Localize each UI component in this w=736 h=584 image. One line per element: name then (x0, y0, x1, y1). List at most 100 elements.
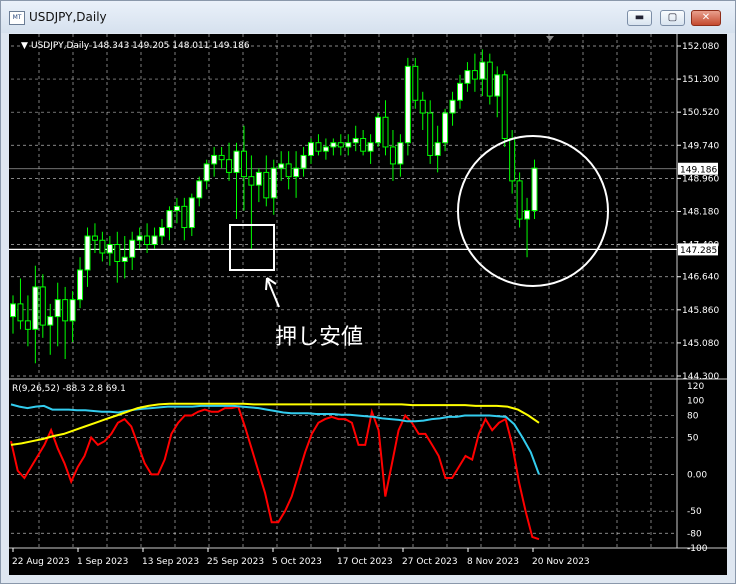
candle-body (159, 227, 165, 237)
price-label: 145.080 (682, 339, 719, 349)
candle-body (106, 244, 113, 254)
candle-body (188, 197, 195, 229)
candle-body (144, 235, 151, 246)
indicator-line-red (10, 405, 540, 541)
candle-body (203, 163, 210, 182)
candle-body (345, 142, 352, 148)
price-label: 148.960 (682, 174, 719, 184)
candle-body (91, 235, 98, 241)
window-title: USDJPY,Daily (29, 10, 107, 24)
candle-body (47, 316, 54, 326)
candle-body (442, 112, 449, 144)
indicator-label: 50 (687, 434, 699, 444)
indicator-label: -50 (687, 507, 702, 517)
price-label: 150.520 (682, 108, 719, 118)
title-bar[interactable]: MT USDJPY,Daily ▬ ▢ ✕ (1, 1, 735, 33)
indicator-label: -100 (687, 544, 708, 554)
candle-body (10, 303, 16, 318)
candle-body (84, 235, 91, 271)
annotation-label: 押し安値 (275, 325, 363, 350)
chart-area[interactable]: 152.080 151.300 150.520 149.740 148.960 148.1… (9, 34, 727, 575)
price-label: 146.640 (682, 273, 719, 283)
candle-body (285, 163, 292, 178)
maximize-button[interactable]: ▢ (660, 10, 685, 26)
candle-body (99, 239, 106, 254)
candle-body (382, 116, 389, 148)
candle-body (524, 210, 531, 220)
candle-body (278, 163, 285, 169)
candle-body (226, 159, 233, 173)
date-label: 5 Oct 2023 (272, 557, 322, 567)
close-icon: ✕ (701, 12, 711, 23)
price-label: 151.300 (682, 75, 719, 85)
indicator-pane (10, 402, 540, 541)
candle-body (330, 142, 337, 148)
price-label: 148.180 (682, 207, 719, 217)
indicator-header: R(9,26,52) -88.3 2.8 69.1 (12, 384, 126, 394)
candle-body (17, 303, 24, 322)
candle-body (32, 286, 39, 330)
horizontal-lines (9, 168, 677, 250)
candle-body (255, 171, 262, 186)
close-button[interactable]: ✕ (691, 10, 721, 26)
chart-grid (9, 34, 727, 549)
candle-body (367, 142, 374, 152)
indicator-label: 120 (687, 382, 704, 392)
candle-body (501, 74, 508, 139)
candle-body (308, 142, 314, 156)
candle-body (211, 154, 218, 165)
candle-body (486, 61, 493, 97)
candle-body (412, 65, 419, 101)
price-tag: 147.285 (680, 246, 717, 256)
candle-body (509, 137, 516, 182)
chart-shift-marker[interactable] (546, 36, 554, 41)
candle-body (337, 142, 344, 148)
candle-body (173, 205, 180, 212)
candle-body (434, 142, 441, 156)
candle-body (300, 154, 307, 169)
terminal-window: MT USDJPY,Daily ▬ ▢ ✕ 152.080 151.300 150.… (0, 0, 736, 584)
candle-body (240, 150, 247, 178)
candle-body (270, 167, 277, 199)
chart-window-icon: MT (9, 11, 25, 25)
candle-body (114, 244, 121, 262)
candle-body (449, 99, 456, 114)
indicator-label: 80 (687, 411, 699, 421)
candle-body (315, 142, 322, 152)
candle-body (360, 137, 367, 152)
date-label: 20 Nov 2023 (532, 557, 590, 567)
candle-body (263, 171, 270, 199)
candle-body (322, 146, 329, 152)
candle-body (352, 137, 359, 144)
candle-body (404, 65, 411, 144)
candle-body (233, 150, 240, 173)
candle-body (151, 235, 158, 246)
candle-body (293, 167, 300, 178)
candle-body (494, 74, 501, 97)
minimize-icon: ▬ (634, 12, 645, 23)
date-label: 17 Oct 2023 (337, 557, 393, 567)
date-label: 25 Sep 2023 (207, 557, 264, 567)
price-label: 145.860 (682, 306, 719, 316)
candle-body (39, 286, 46, 326)
candle-body (516, 180, 523, 220)
candle-body (77, 269, 84, 301)
candle-body (136, 235, 143, 241)
candle-body (121, 256, 128, 262)
minimize-button[interactable]: ▬ (627, 10, 652, 26)
indicator-label: -80 (687, 529, 702, 539)
chart-header-arrow: ▼ (21, 41, 28, 51)
maximize-icon: ▢ (667, 12, 678, 23)
candle-body (24, 320, 31, 330)
date-label: 22 Aug 2023 (12, 557, 70, 567)
candle-body (196, 180, 203, 199)
candle-body (218, 154, 225, 161)
candle-body (69, 299, 76, 322)
price-chart[interactable]: 152.080 151.300 150.520 149.740 148.960 148.1… (9, 34, 727, 575)
candle-body (397, 142, 404, 165)
date-label: 27 Oct 2023 (402, 557, 458, 567)
indicator-label: 0.00 (687, 470, 707, 480)
price-label: 149.740 (682, 141, 719, 151)
candle-body (419, 99, 426, 114)
candle-body (479, 61, 486, 80)
